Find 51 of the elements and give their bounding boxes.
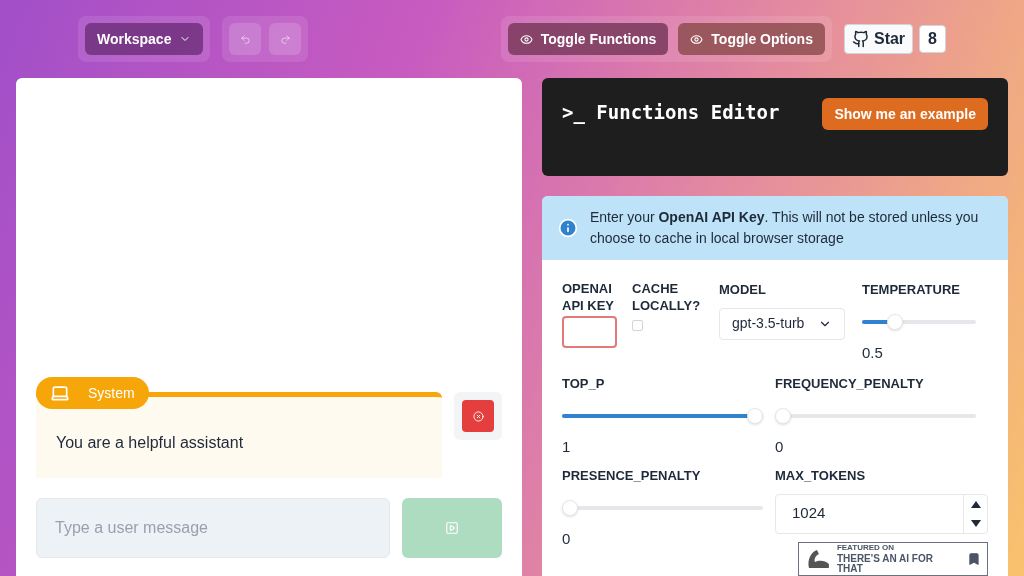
close-icon bbox=[472, 410, 484, 422]
message-text: You are a helpful assistant bbox=[56, 432, 244, 453]
message-input[interactable]: Type a user message bbox=[36, 498, 390, 558]
model-select[interactable]: gpt-3.5-turb bbox=[719, 307, 845, 340]
slider-thumb[interactable] bbox=[775, 407, 791, 424]
role-label: System bbox=[88, 383, 135, 403]
slider-reading: 0 bbox=[775, 436, 785, 457]
bookmark-icon bbox=[967, 552, 981, 566]
slider[interactable] bbox=[775, 407, 976, 424]
max-tokens-input[interactable]: 1024 bbox=[775, 493, 988, 534]
badge-caption: FEATURED ON bbox=[836, 544, 896, 552]
slider-label: TOP_P bbox=[562, 375, 606, 393]
slider-thumb[interactable] bbox=[747, 407, 763, 424]
slider-label: TEMPERATURE bbox=[862, 281, 961, 299]
star-count: 8 bbox=[919, 25, 946, 53]
toggle-button[interactable]: Toggle Options bbox=[678, 23, 825, 55]
toggle-button[interactable]: Toggle Functions bbox=[507, 23, 669, 55]
notice-text: Enter your OpenAI API Key. This will not be stored unless you choose to cache in local browser storage bbox=[590, 208, 980, 248]
info-icon bbox=[558, 218, 578, 238]
slider-reading: 1 bbox=[562, 436, 572, 457]
play-icon bbox=[445, 521, 459, 535]
slider-thumb[interactable] bbox=[562, 499, 578, 516]
undo-button[interactable] bbox=[229, 23, 262, 55]
slider[interactable] bbox=[862, 313, 976, 330]
cache-checkbox[interactable] bbox=[632, 320, 643, 331]
slider-thumb[interactable] bbox=[886, 313, 903, 330]
github-icon bbox=[851, 30, 870, 48]
editor-title: >_ Functions Editor bbox=[562, 100, 780, 126]
slider-label: PRESENCE_PENALTY bbox=[562, 467, 702, 485]
laptop-icon bbox=[50, 383, 70, 403]
featured-badge[interactable]: FEATURED ON THERE'S AN AI FOR THAT bbox=[798, 542, 988, 576]
send-button[interactable] bbox=[402, 498, 502, 558]
api-key-input[interactable] bbox=[562, 316, 617, 348]
redo-icon bbox=[279, 33, 291, 45]
delete-button[interactable] bbox=[462, 400, 494, 432]
eye-icon bbox=[519, 32, 533, 46]
slider[interactable] bbox=[562, 499, 763, 516]
workspace-dropdown[interactable]: Workspace bbox=[85, 23, 204, 55]
field-label: OPENAI API KEY bbox=[562, 280, 615, 314]
undo-icon bbox=[239, 33, 251, 45]
slider[interactable] bbox=[562, 407, 763, 424]
badge-title: THERE'S AN AI FOR THAT bbox=[836, 554, 934, 574]
eye-icon bbox=[690, 32, 704, 46]
slider-label: FREQUENCY_PENALTY bbox=[775, 375, 925, 393]
slider-reading: 0 bbox=[562, 528, 572, 549]
field-label: MAX_TOKENS bbox=[775, 467, 867, 485]
field-label: MODEL bbox=[719, 281, 767, 299]
star-button[interactable]: Star bbox=[843, 24, 914, 54]
field-label: CACHE LOCALLY? bbox=[632, 280, 702, 314]
redo-button[interactable] bbox=[269, 23, 302, 55]
slider-reading: 0.5 bbox=[862, 342, 884, 363]
